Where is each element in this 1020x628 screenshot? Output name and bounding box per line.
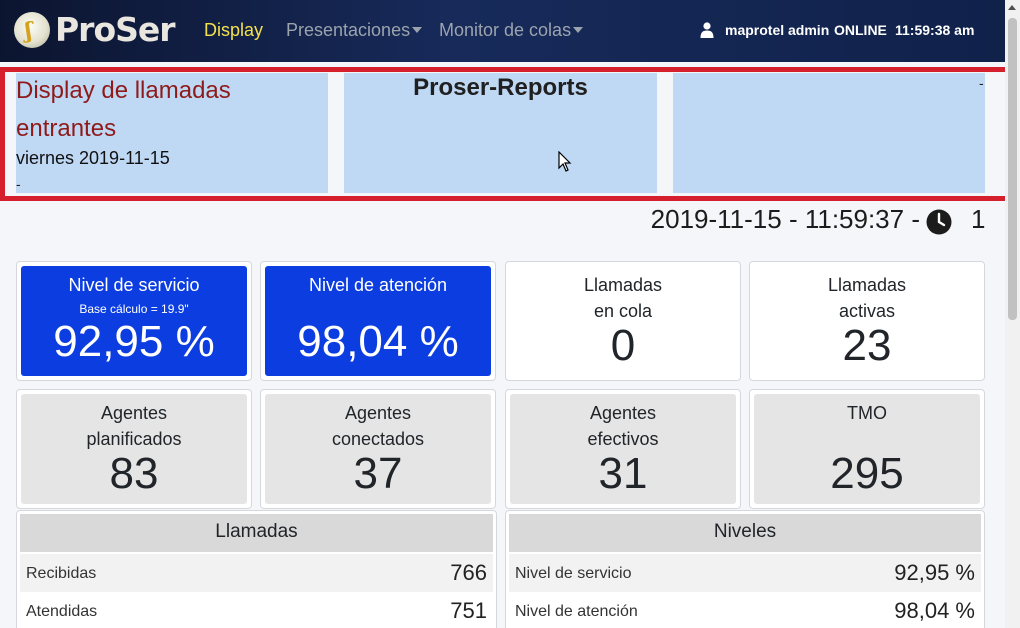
card-nivel-atencion: Nivel de atención 98,04 %	[260, 261, 496, 381]
vertical-scrollbar[interactable]	[1005, 0, 1020, 628]
card-tmo: TMO 295	[749, 389, 985, 509]
scroll-up-arrow-icon[interactable]	[1008, 5, 1016, 10]
card-label-line1: TMO	[847, 403, 887, 423]
card-label-line1: Agentes	[100, 403, 168, 423]
table-row: Recibidas 766	[20, 554, 493, 592]
card-value: 0	[610, 321, 636, 370]
card-value: 295	[830, 449, 904, 498]
nav-time: 11:59:38 am	[895, 22, 975, 38]
chevron-down-icon	[412, 26, 423, 33]
card-label-line1: Llamadas	[827, 275, 907, 295]
card-agentes-conectados: Agentes conectados 37	[260, 389, 496, 509]
row-label: Nivel de atención	[515, 603, 638, 620]
niveles-table: Niveles Nivel de servicio 92,95 % Nivel …	[505, 510, 985, 628]
table-row: Nivel de servicio 92,95 %	[509, 554, 981, 592]
card-llamadas-activas: Llamadas activas 23	[749, 261, 985, 381]
card-label-line1: Agentes	[344, 403, 412, 423]
current-datetime: 2019-11-15 - 11:59:37 -	[650, 204, 920, 234]
card-agentes-planificados: Agentes planificados 83	[16, 389, 252, 509]
mouse-cursor-icon	[558, 151, 572, 172]
row-value: 92,95 %	[894, 560, 975, 585]
user-name[interactable]: maprotel admin	[725, 22, 829, 38]
scrollbar-thumb[interactable]	[1008, 18, 1017, 320]
card-value: 98,04 %	[297, 317, 459, 366]
brand-name[interactable]: ProSer	[55, 10, 176, 49]
card-base-calculo: Base cálculo = 19.9"	[79, 302, 189, 316]
card-value: 92,95 %	[53, 317, 215, 366]
nav-monitor-label: Monitor de colas	[439, 20, 572, 40]
nav-monitor-de-colas[interactable]: Monitor de colas	[439, 20, 584, 41]
row-label: Nivel de servicio	[515, 565, 632, 582]
nav-presentaciones[interactable]: Presentaciones	[286, 20, 423, 41]
clock-count: 1	[971, 204, 986, 234]
nav-presentaciones-label: Presentaciones	[286, 20, 411, 40]
row-value: 766	[450, 560, 487, 585]
chevron-down-icon	[573, 26, 584, 33]
card-value: 83	[109, 449, 159, 498]
table-row: Atendidas 751	[20, 592, 493, 628]
highlight-frame	[0, 67, 1010, 201]
user-icon	[700, 22, 714, 38]
card-label-line1: Llamadas	[583, 275, 663, 295]
card-llamadas-en-cola: Llamadas en cola 0	[505, 261, 741, 381]
card-nivel-servicio: Nivel de servicio Base cálculo = 19.9" 9…	[16, 261, 252, 381]
nav-display[interactable]: Display	[204, 20, 263, 41]
niveles-table-header: Niveles	[509, 514, 981, 552]
row-label: Recibidas	[26, 565, 97, 582]
llamadas-table-header: Llamadas	[20, 514, 493, 552]
row-label: Atendidas	[26, 603, 98, 620]
online-status: ONLINE	[834, 22, 887, 38]
card-value: 37	[353, 449, 403, 498]
table-row: Nivel de atención 98,04 %	[509, 592, 981, 628]
row-value: 98,04 %	[894, 598, 975, 623]
card-value: 31	[598, 449, 648, 498]
top-navbar: ʃ ProSer Display Presentaciones Monitor …	[0, 0, 1005, 62]
row-value: 751	[450, 598, 487, 623]
card-label-line1: Agentes	[589, 403, 657, 423]
clock-icon	[926, 209, 952, 235]
llamadas-table: Llamadas Recibidas 766 Atendidas 751	[16, 510, 497, 628]
card-value: 23	[842, 321, 892, 370]
card-agentes-efectivos: Agentes efectivos 31	[505, 389, 741, 509]
card-label: Nivel de servicio	[68, 275, 200, 295]
proser-logo-icon[interactable]: ʃ	[14, 12, 50, 48]
card-label: Nivel de atención	[308, 275, 448, 295]
